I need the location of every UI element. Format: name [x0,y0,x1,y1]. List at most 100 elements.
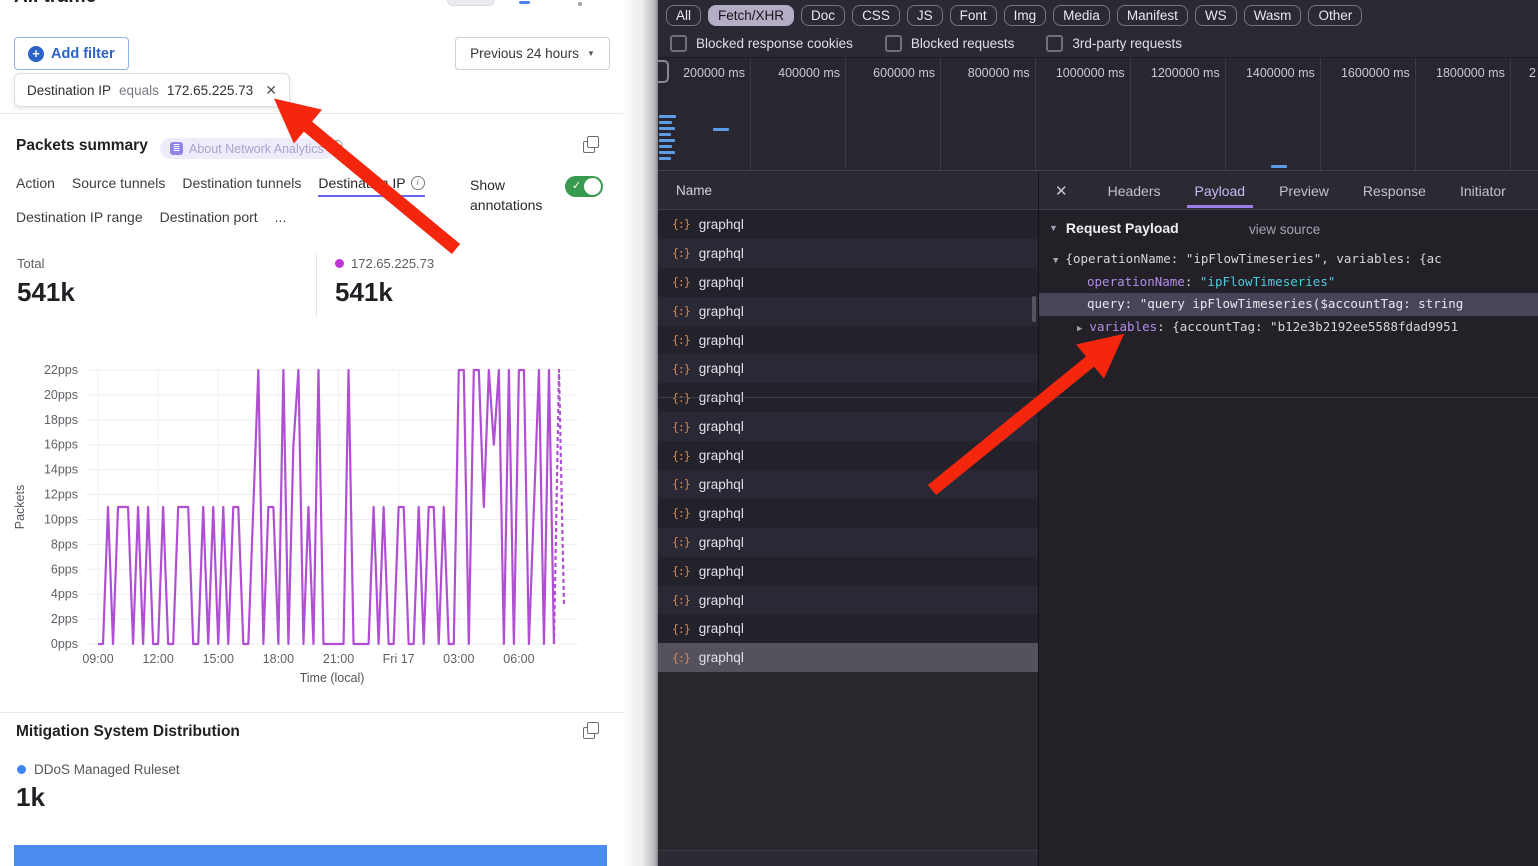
tab-response[interactable]: Response [1363,174,1426,208]
mitigation-bar[interactable] [14,845,607,866]
checkbox-3rd-party-requests[interactable]: 3rd-party requests [1046,35,1182,52]
scrollbar-gutter[interactable] [623,0,658,866]
json-icon: {:} [672,564,690,578]
filter-pill-manifest[interactable]: Manifest [1117,5,1188,26]
summary-tabs-row1: Action Source tunnels Destination tunnels D… [16,175,425,191]
browser-deco-blue [519,1,530,4]
filter-pill-wasm[interactable]: Wasm [1244,5,1302,26]
tab-destination-tunnels[interactable]: Destination tunnels [182,175,301,191]
copy-panel-icon[interactable] [583,141,595,153]
request-name: graphql [699,246,744,261]
y-tick-label: 0pps [51,637,78,651]
tab-destination-port[interactable]: Destination port [160,209,258,225]
table-row[interactable]: {:}graphql [658,210,1038,239]
filter-pill-media[interactable]: Media [1053,5,1110,26]
time-range-dropdown[interactable]: Previous 24 hours ▼ [455,37,610,70]
json-icon: {:} [672,449,690,463]
network-list-header[interactable]: Name [658,172,1038,210]
table-row[interactable]: {:} graphql [658,557,1038,586]
tab-headers[interactable]: Headers [1108,174,1161,208]
packets-timeseries-chart[interactable]: 22pps20pps18pps16pps14pps12pps10pps8pps6… [10,356,610,686]
payload-line-3[interactable]: ▶variables: {accountTag: "b12e3b2192ee55… [1039,316,1538,339]
table-row[interactable]: {:}graphql [658,528,1038,557]
payload-line-1[interactable]: operationName: "ipFlowTimeseries" [1039,271,1538,294]
table-row[interactable]: {:}graphql [658,326,1038,355]
tab-destination-ip[interactable]: Destination IPi [318,175,424,191]
checkbox-box [885,35,902,52]
book-icon: ≣ [170,142,183,155]
filter-pill-fetch-xhr[interactable]: Fetch/XHR [708,5,794,26]
request-timing-bar [659,145,672,148]
filter-field: Destination IP [27,83,111,98]
json-icon: {:} [672,362,690,376]
table-row[interactable]: {:}graphql [658,499,1038,528]
about-network-analytics-badge[interactable]: ≣ About Network Analytics [160,138,334,159]
table-row[interactable]: {:}graphql [658,470,1038,499]
tab-preview[interactable]: Preview [1279,174,1329,208]
list-scrollbar-thumb[interactable] [1032,296,1036,322]
mitigation-value: 1k [16,782,45,813]
filter-pill-other[interactable]: Other [1308,5,1362,26]
payload-text: : [1185,274,1200,289]
stat-ip-label: 172.65.225.73 [351,256,434,271]
tab-destination-ip-range[interactable]: Destination IP range [16,209,143,225]
filter-value: 172.65.225.73 [167,83,253,98]
payload-text: query [1087,296,1125,311]
filter-pill-all[interactable]: All [666,5,701,26]
show-annotations-toggle[interactable]: ✓ [565,176,603,197]
table-row[interactable]: {:}graphql [658,586,1038,615]
table-row[interactable]: {:}graphql [658,297,1038,326]
filter-pill-font[interactable]: Font [950,5,997,26]
checkbox-blocked-response-cookies[interactable]: Blocked response cookies [670,35,853,52]
expand-arrow-icon: ▼ [1049,223,1058,233]
filter-pill-ws[interactable]: WS [1195,5,1237,26]
plus-icon: + [28,46,44,62]
tab-payload[interactable]: Payload [1195,174,1246,208]
request-payload-section[interactable]: ▼ Request Payload [1049,220,1179,236]
copy-panel-icon[interactable] [583,727,595,739]
filter-pill-img[interactable]: Img [1004,5,1047,26]
payload-text: "query ipFlowTimeseries($accountTag: str… [1140,296,1464,311]
table-row[interactable]: {:}graphql [658,643,1038,672]
waterfall-overview[interactable]: 200000 ms400000 ms600000 ms800000 ms1000… [658,58,1538,171]
close-icon[interactable]: ✕ [1055,182,1068,200]
series-line [98,370,554,644]
tab--[interactable]: ... [275,209,287,225]
expand-arrow-icon: ▼ [1053,256,1058,266]
browser-deco-dot [578,2,582,6]
name-column-header: Name [676,183,712,198]
filter-pill-js[interactable]: JS [907,5,943,26]
remove-filter-icon[interactable]: ✕ [265,82,277,99]
filter-pill-doc[interactable]: Doc [801,5,845,26]
payload-line-2[interactable]: query: "query ipFlowTimeseries($accountT… [1039,293,1538,316]
x-tick-label: 18:00 [263,652,294,666]
view-source-link[interactable]: view source [1249,222,1320,237]
y-tick-label: 4pps [51,587,78,601]
x-tick-label: Fri 17 [383,652,415,666]
table-row[interactable]: {:}graphql [658,441,1038,470]
chart-svg: 22pps20pps18pps16pps14pps12pps10pps8pps6… [10,356,610,686]
filter-pill-css[interactable]: CSS [852,5,900,26]
add-filter-label: Add filter [51,46,115,62]
filter-operator: equals [119,83,159,98]
tab-label: Action [16,175,55,191]
tab-initiator[interactable]: Initiator [1460,174,1506,208]
payload-line-0[interactable]: ▼{operationName: "ipFlowTimeseries", var… [1039,248,1538,271]
table-row[interactable]: {:}graphql [658,239,1038,268]
table-row[interactable]: {:}graphql [658,268,1038,297]
x-tick-label: 12:00 [142,652,173,666]
request-timing-bar [659,115,676,118]
request-name: graphql [699,564,744,579]
table-row[interactable]: {:}graphql [658,614,1038,643]
detail-tabs: Headers Payload Preview Response Initiator [1108,174,1506,208]
table-row[interactable]: {:}graphql [658,354,1038,383]
request-timing-bar [659,139,675,142]
filter-chip[interactable]: Destination IP equals 172.65.225.73 ✕ [14,73,290,107]
checkbox-blocked-requests[interactable]: Blocked requests [885,35,1015,52]
tab-label: Source tunnels [72,175,165,191]
tab-source-tunnels[interactable]: Source tunnels [72,175,165,191]
add-filter-button[interactable]: + Add filter [14,37,129,70]
table-row[interactable]: {:}graphql [658,412,1038,441]
y-axis-title: Packets [13,485,27,529]
tab-action[interactable]: Action [16,175,55,191]
